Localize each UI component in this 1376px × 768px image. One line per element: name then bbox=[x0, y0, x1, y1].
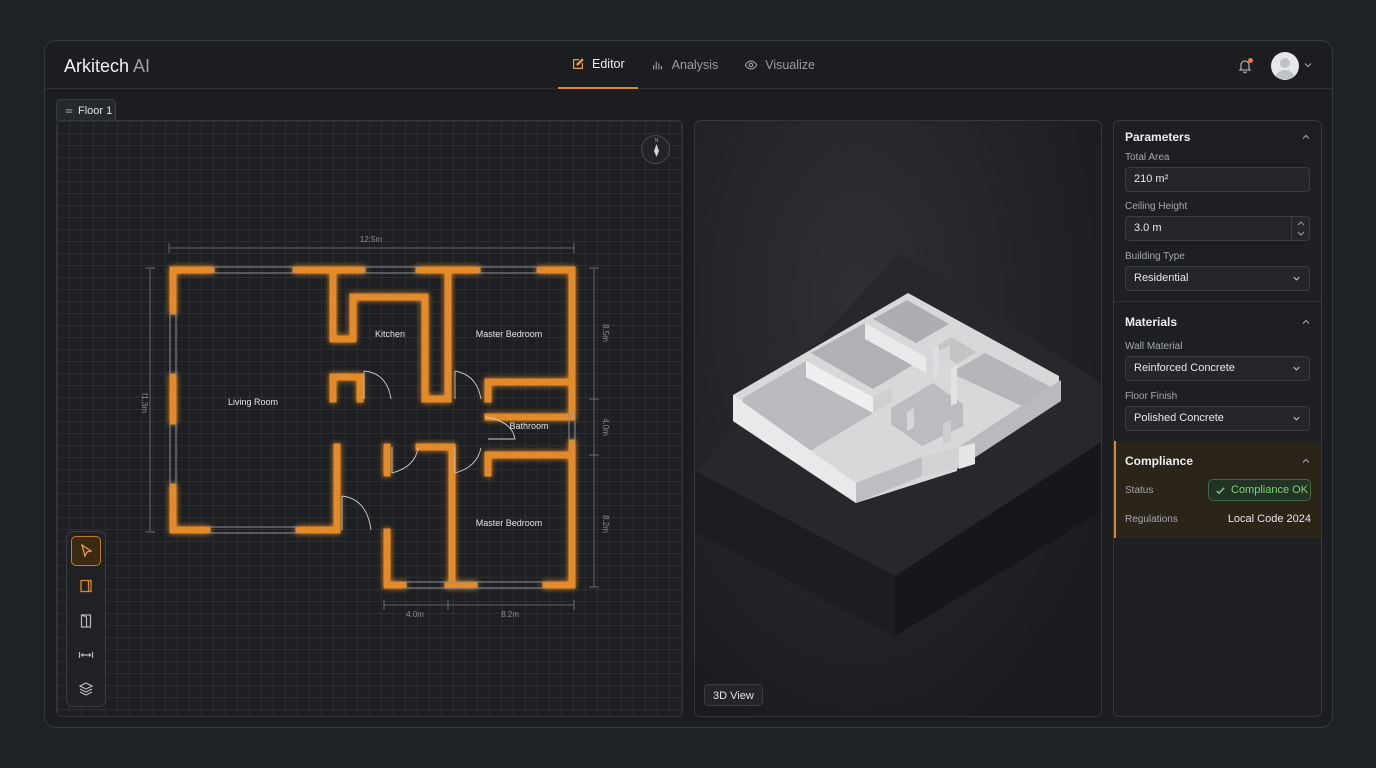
tool-palette bbox=[66, 531, 106, 707]
regulations-label: Regulations bbox=[1125, 514, 1178, 525]
floor-plan-canvas[interactable]: Living Room Kitchen Master Bedroom Bathr… bbox=[56, 120, 683, 717]
ceiling-height-field[interactable]: 3.0 m bbox=[1125, 216, 1310, 241]
app-logo: Arkitech AI bbox=[64, 56, 151, 76]
notification-dot bbox=[1248, 58, 1253, 63]
dimension-label-right-bottom: 8.2m bbox=[601, 515, 610, 533]
dimension-label-bottom-left: 4.0m bbox=[406, 610, 424, 619]
ceiling-height-stepper[interactable] bbox=[1291, 217, 1309, 240]
ceiling-height-label: Ceiling Height bbox=[1125, 201, 1188, 212]
cursor-icon bbox=[80, 543, 93, 558]
total-area-field[interactable]: 210 m² bbox=[1125, 167, 1310, 192]
dimension-label-bottom-right: 8.2m bbox=[501, 610, 519, 619]
top-bar: Arkitech AI Editor Analysis Visualize bbox=[45, 41, 1332, 89]
chevron-up-icon[interactable] bbox=[1301, 132, 1311, 142]
app-window: Arkitech AI Editor Analysis Visualize Fl… bbox=[44, 40, 1333, 728]
chevron-down-icon bbox=[1293, 416, 1300, 421]
floor-finish-label: Floor Finish bbox=[1125, 391, 1178, 402]
tab-editor[interactable]: Editor bbox=[558, 41, 638, 89]
door-tool[interactable] bbox=[71, 606, 101, 636]
regulations-value: Local Code 2024 bbox=[1227, 513, 1311, 525]
svg-text:N: N bbox=[655, 138, 659, 144]
chevron-down-icon bbox=[1293, 366, 1300, 371]
select-tool[interactable] bbox=[71, 536, 101, 566]
notifications-button[interactable] bbox=[1237, 58, 1253, 74]
room-label-master-bedroom-2: Master Bedroom bbox=[476, 518, 543, 528]
compliance-title: Compliance bbox=[1125, 454, 1194, 468]
room-label-master-bedroom-1: Master Bedroom bbox=[476, 329, 543, 339]
eye-icon bbox=[744, 60, 758, 70]
chevron-down-icon bbox=[1293, 276, 1300, 281]
room-label-living-room: Living Room bbox=[228, 397, 278, 407]
building-type-select[interactable]: Residential bbox=[1125, 266, 1310, 291]
wall-icon bbox=[80, 579, 92, 593]
chevron-up-icon[interactable] bbox=[1301, 317, 1311, 327]
room-label-bathroom: Bathroom bbox=[509, 421, 548, 431]
wall-material-select[interactable]: Reinforced Concrete bbox=[1125, 356, 1310, 381]
tab-analysis[interactable]: Analysis bbox=[638, 41, 732, 89]
wall-tool[interactable] bbox=[71, 571, 101, 601]
avatar[interactable] bbox=[1271, 52, 1299, 80]
materials-title: Materials bbox=[1125, 315, 1178, 329]
dimension-label-right-mid: 4.0m bbox=[601, 418, 610, 436]
divider bbox=[1114, 301, 1321, 302]
user-icon bbox=[1275, 58, 1295, 79]
menu-icon bbox=[65, 108, 73, 113]
stepper-arrows-icon bbox=[1297, 221, 1305, 236]
door-icon bbox=[80, 614, 92, 628]
tab-visualize[interactable]: Visualize bbox=[731, 41, 828, 89]
dimension-label-right-top: 8.5m bbox=[601, 324, 610, 342]
total-area-label: Total Area bbox=[1125, 152, 1170, 163]
main-tabs: Editor Analysis Visualize bbox=[558, 41, 828, 89]
dimension-label-left: f1.3m bbox=[140, 393, 149, 413]
floor-tab[interactable]: Floor 1 bbox=[56, 99, 116, 121]
measure-tool[interactable] bbox=[71, 640, 101, 670]
status-badge: Compliance OK bbox=[1208, 479, 1311, 501]
chevron-down-icon[interactable] bbox=[1303, 60, 1313, 70]
wall-material-label: Wall Material bbox=[1125, 341, 1183, 352]
parameters-title: Parameters bbox=[1125, 130, 1191, 144]
check-icon bbox=[1216, 486, 1225, 494]
chevron-up-icon[interactable] bbox=[1301, 456, 1311, 466]
compass-icon: N bbox=[654, 138, 659, 157]
compass-button[interactable]: N bbox=[641, 135, 670, 164]
properties-panel: Parameters Total Area 210 m² Ceiling Hei… bbox=[1113, 120, 1322, 717]
edit-icon bbox=[573, 58, 584, 69]
3d-viewport[interactable]: 3D View bbox=[694, 120, 1102, 717]
room-label-kitchen: Kitchen bbox=[375, 329, 405, 339]
3d-model-render bbox=[695, 253, 1101, 636]
building-type-label: Building Type bbox=[1125, 251, 1185, 262]
layers-icon bbox=[78, 682, 94, 696]
floor-finish-select[interactable]: Polished Concrete bbox=[1125, 406, 1310, 431]
3d-view-button[interactable]: 3D View bbox=[704, 684, 763, 706]
dimension-label-top: 12.5m bbox=[360, 235, 383, 244]
bar-chart-icon bbox=[652, 61, 662, 70]
floor-plan: Living Room Kitchen Master Bedroom Bathr… bbox=[140, 235, 610, 619]
ruler-icon bbox=[78, 652, 94, 658]
layers-tool[interactable] bbox=[71, 674, 101, 704]
compliance-section: Compliance Status Compliance OK Regulati… bbox=[1114, 441, 1321, 538]
status-label: Status bbox=[1125, 485, 1154, 496]
